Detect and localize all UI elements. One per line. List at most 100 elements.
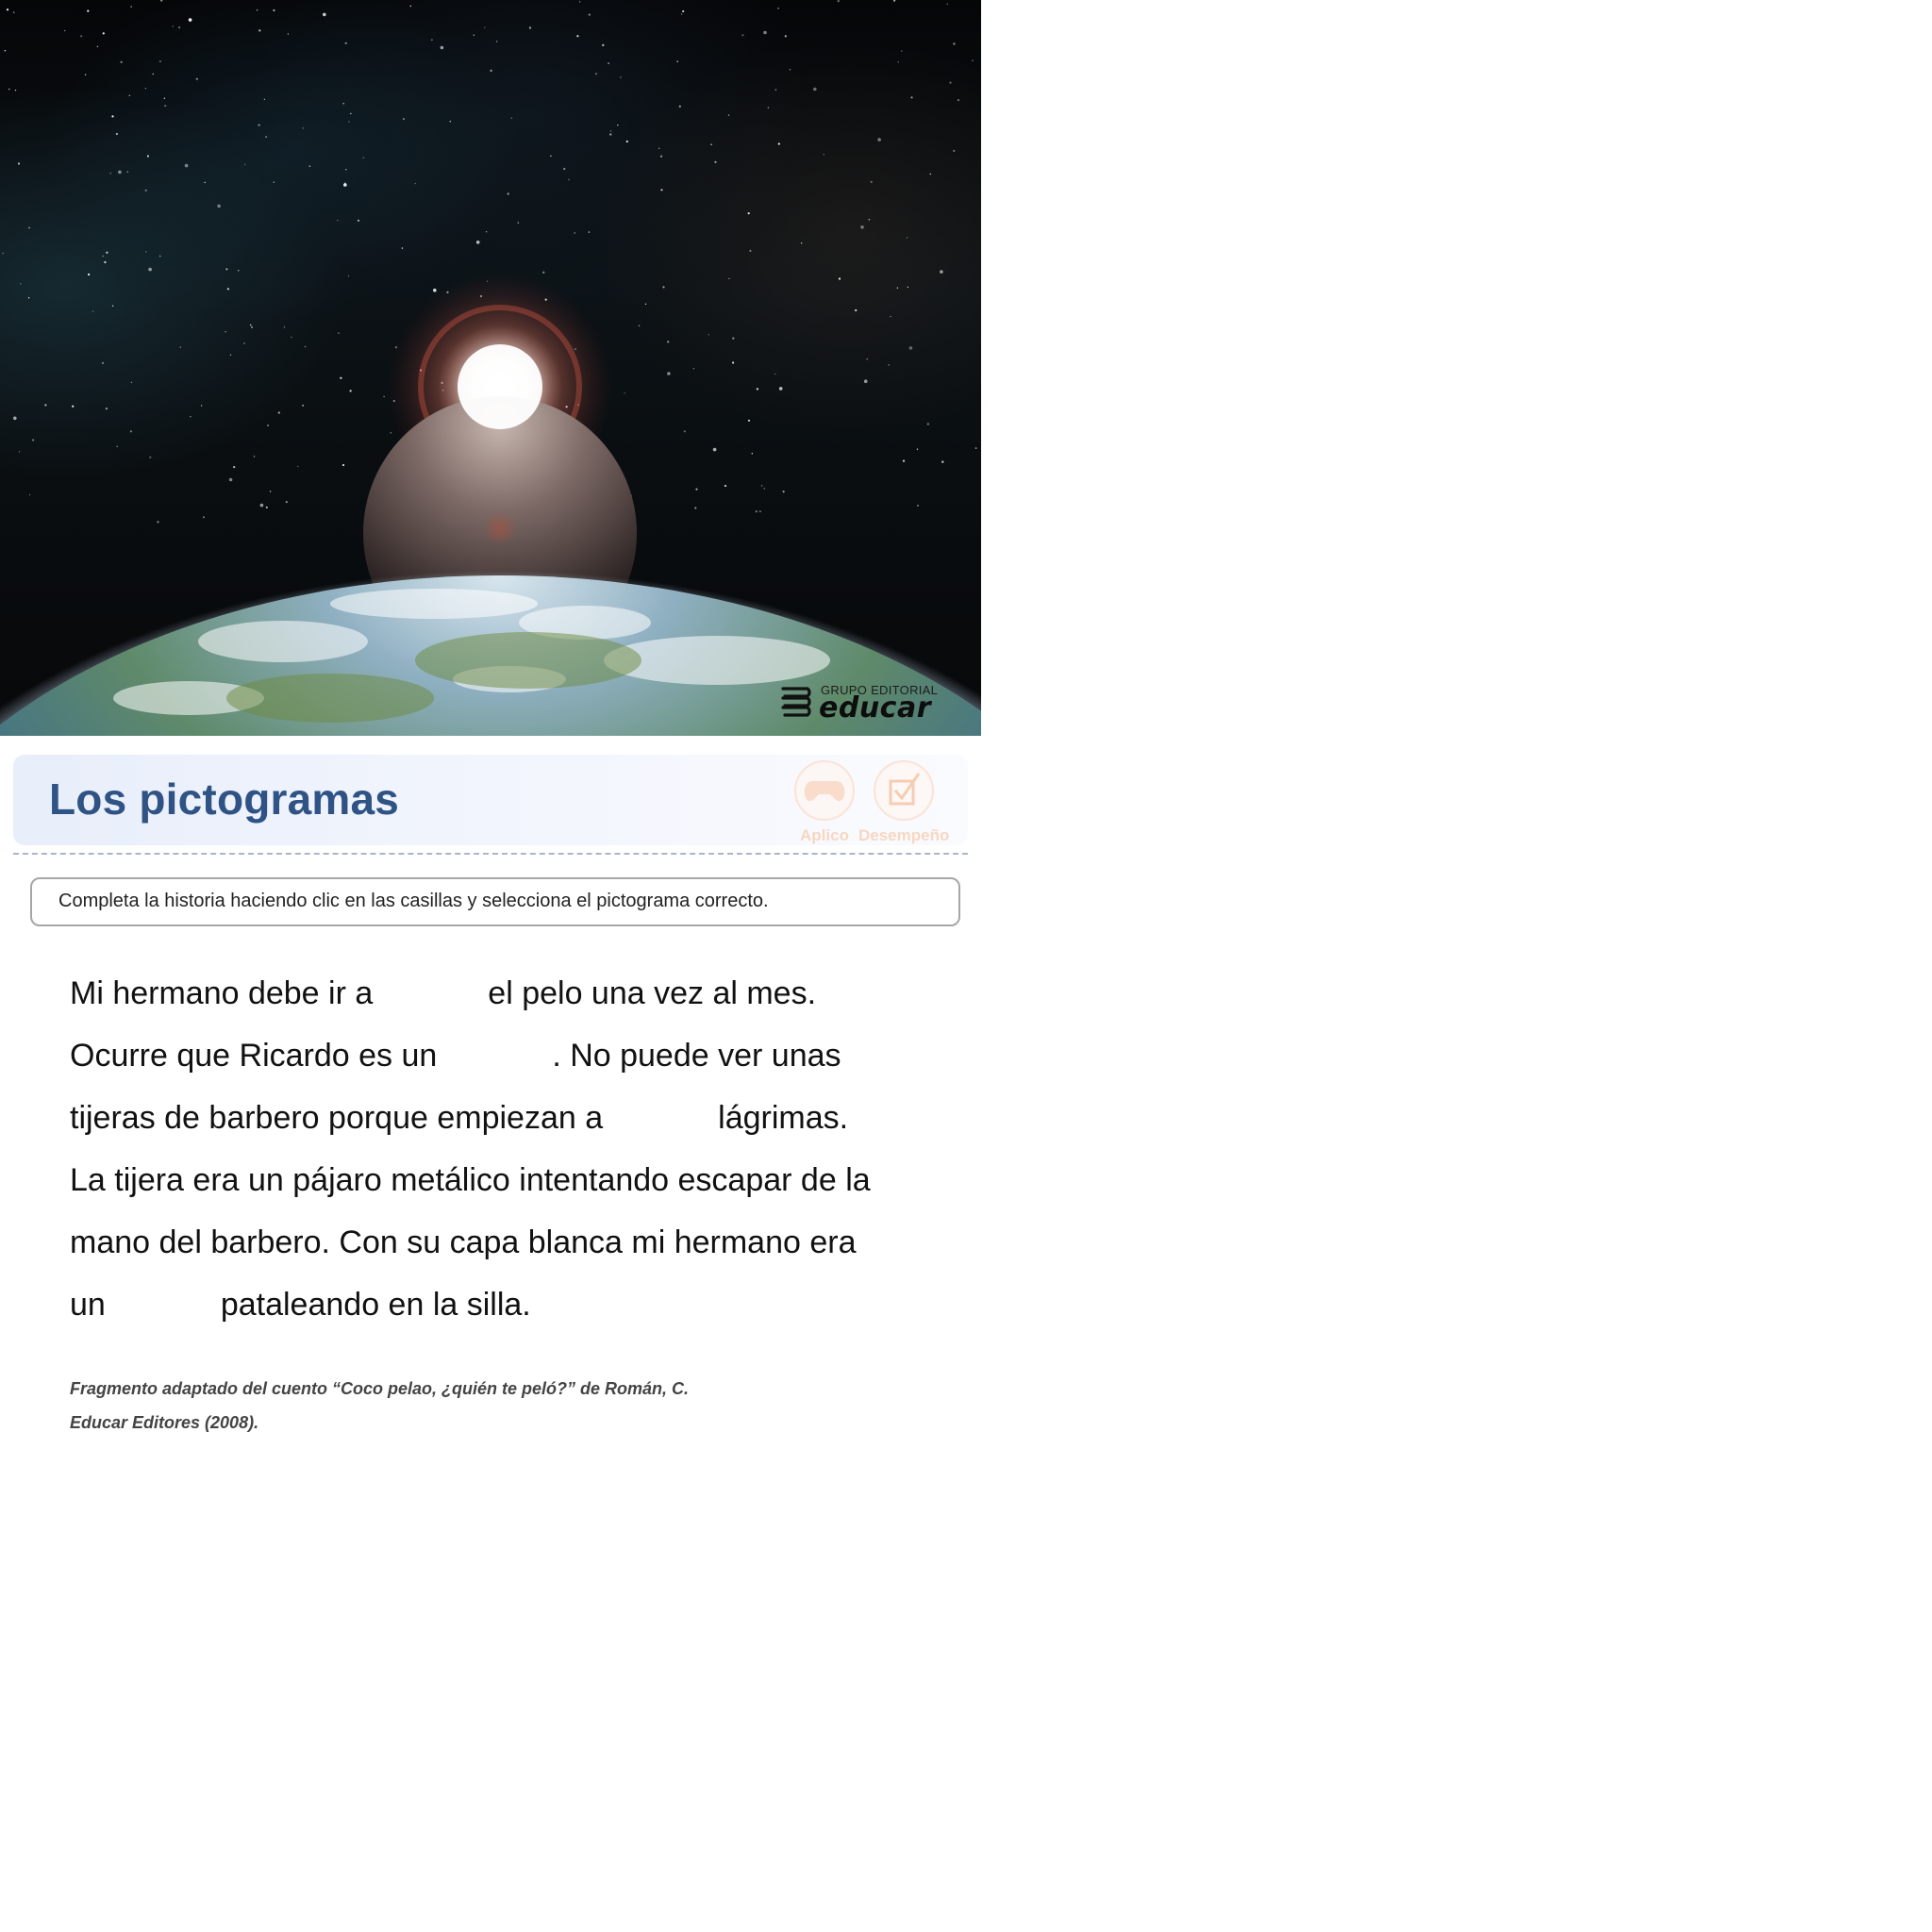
star-dot (866, 358, 868, 360)
star-dot (102, 255, 104, 258)
star-dot (14, 90, 17, 92)
star-dot (755, 510, 758, 513)
star-dot (680, 13, 683, 15)
star-dot (28, 493, 31, 496)
star-dot (972, 59, 974, 61)
star-dot (550, 155, 552, 158)
star-dot (273, 181, 275, 183)
star-dot (178, 26, 181, 29)
star-dot (233, 466, 236, 469)
star-dot (609, 130, 612, 132)
star-dot (409, 5, 411, 8)
activity-page: GRUPO EDITORIAL educar Los pictogramas A… (0, 0, 981, 1443)
star-dot (659, 155, 663, 158)
star-dot (106, 251, 108, 254)
story-line: Mi hermano debe ir a el pelo una vez al m… (70, 962, 957, 1024)
story-line: Ocurre que Ricardo es un . No puede ver u… (70, 1024, 957, 1087)
story-text: Mi hermano debe ir a el pelo una vez al m… (70, 962, 957, 1336)
star-dot (350, 112, 352, 115)
star-dot (349, 390, 352, 392)
pictogram-slot-1[interactable] (373, 976, 488, 1014)
star-dot (588, 13, 591, 16)
badge-circle (794, 760, 855, 821)
star-dot (917, 505, 919, 507)
star-dot (92, 310, 94, 312)
star-dot (863, 379, 868, 384)
star-dot (120, 60, 123, 63)
badge-label: Aplico (800, 826, 849, 844)
star-dot (662, 286, 665, 289)
star-dot (893, 0, 896, 2)
star-dot (949, 81, 952, 84)
star-dot (44, 404, 47, 407)
star-dot (273, 8, 275, 12)
star-dot (507, 192, 509, 195)
star-dot (253, 456, 256, 458)
star-dot (87, 9, 90, 12)
star-dot (258, 29, 261, 32)
star-dot (344, 42, 347, 44)
star-dot (528, 26, 532, 29)
star-dot (485, 231, 488, 233)
star-dot (337, 219, 339, 222)
story-text-segment: . No puede ver unas (552, 1038, 841, 1074)
star-dot (638, 325, 641, 326)
checkbox-icon (889, 773, 921, 806)
star-dot (323, 12, 326, 17)
story-line: tijeras de barbero porque empiezan a lágr… (70, 1087, 957, 1149)
star-dot (217, 204, 221, 208)
star-dot (6, 8, 9, 11)
star-dot (283, 326, 286, 328)
star-dot (338, 332, 340, 334)
star-dot (490, 69, 492, 72)
star-dot (401, 247, 404, 249)
star-dot (594, 73, 598, 75)
star-dot (624, 392, 625, 394)
star-dot (576, 35, 579, 38)
star-dot (926, 423, 929, 425)
star-dot (265, 506, 268, 509)
star-dot (888, 364, 890, 366)
star-dot (228, 477, 233, 482)
star-dot (130, 381, 133, 384)
star-dot (96, 45, 99, 48)
story-line: mano del barbero. Con su capa blanca mi … (70, 1211, 957, 1274)
star-dot (341, 463, 345, 467)
star-dot (118, 170, 122, 175)
pictogram-slot-3[interactable] (603, 1101, 718, 1139)
pictogram-slot-4[interactable] (106, 1288, 221, 1325)
star-dot (402, 118, 405, 121)
star-dot (974, 447, 977, 449)
star-dot (263, 98, 266, 101)
star-dot (17, 162, 21, 165)
star-dot (747, 212, 750, 215)
star-dot (682, 9, 685, 13)
star-dot (694, 507, 697, 509)
star-dot (111, 305, 114, 307)
star-dot (756, 388, 759, 391)
star-dot (433, 288, 437, 292)
dashed-divider (13, 853, 968, 855)
star-dot (578, 1, 581, 3)
star-dot (941, 460, 944, 463)
star-dot (145, 251, 147, 253)
star-dot (609, 133, 612, 136)
star-dot (111, 115, 114, 118)
star-dot (383, 395, 385, 398)
books-logo-icon (781, 687, 811, 717)
star-dot (763, 30, 767, 35)
star-dot (129, 430, 132, 433)
star-dot (449, 121, 451, 123)
star-dot (813, 87, 817, 92)
star-dot (890, 315, 891, 318)
star-dot (344, 182, 346, 184)
star-dot (340, 376, 342, 379)
star-dot (732, 337, 735, 340)
pictogram-slot-2[interactable] (437, 1039, 552, 1076)
star-dot (784, 35, 787, 38)
story-text-segment: un (70, 1287, 106, 1323)
star-dot (287, 33, 290, 35)
star-dot (517, 222, 519, 224)
star-dot (104, 260, 107, 264)
star-dot (105, 408, 108, 410)
